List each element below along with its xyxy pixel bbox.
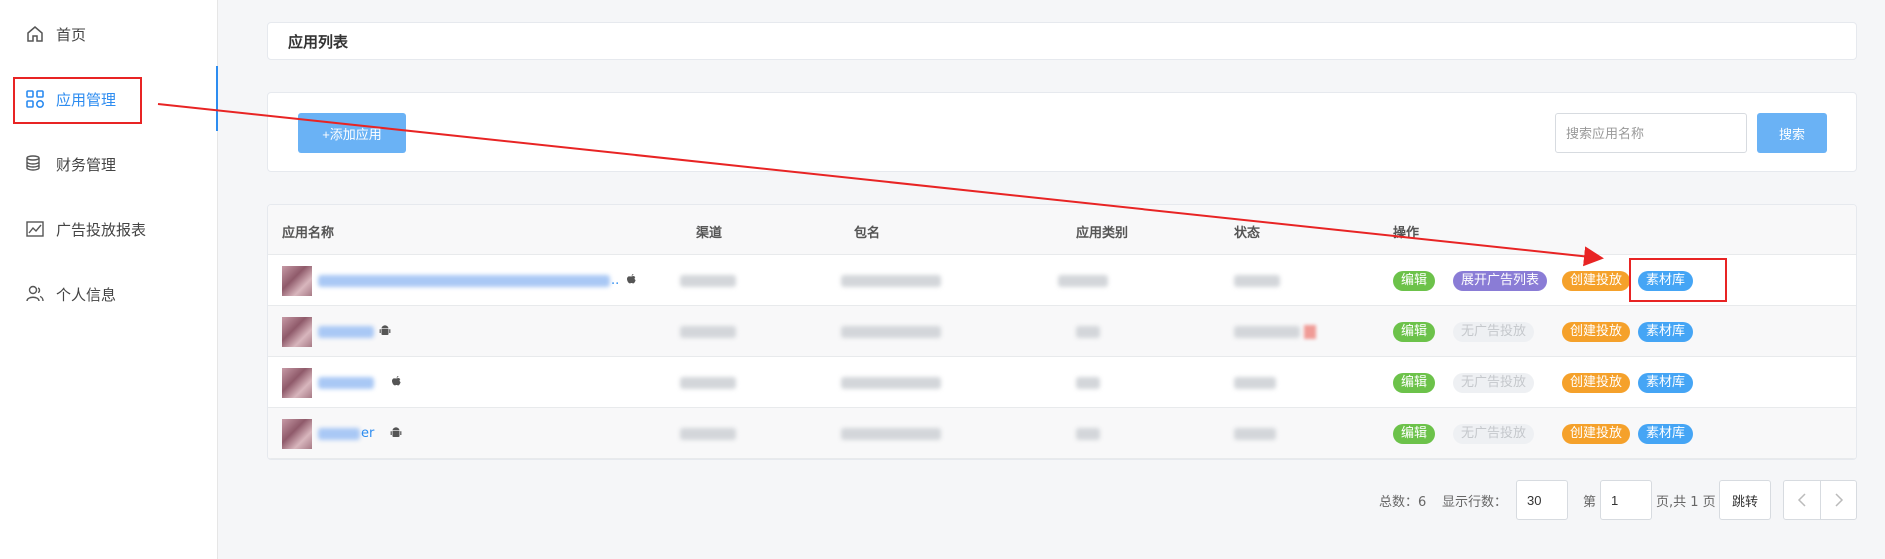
sidebar-item-home[interactable]: 首页 [0,14,217,54]
chart-icon [24,218,46,240]
app-avatar [282,368,312,398]
status-indicator [1304,325,1316,339]
sidebar-item-label: 首页 [56,25,87,44]
status-blurred [1234,377,1276,389]
rows-per-page-label: 显示行数： [1442,495,1508,510]
material-library-button[interactable]: 素材库 [1638,322,1694,342]
create-campaign-button[interactable]: 创建投放 [1562,424,1631,444]
category-blurred [1076,326,1100,338]
android-icon [379,325,391,335]
sidebar-item-profile[interactable]: 个人信息 [0,274,217,314]
sidebar-item-label: 个人信息 [56,285,117,304]
page-prefix: 第 [1583,495,1597,510]
annotation-highlight-box [1629,258,1727,302]
material-library-button[interactable]: 素材库 [1638,373,1694,393]
table-row: er 编辑 无广告投放 创建投放 素材库 [268,408,1856,459]
app-avatar [282,419,312,449]
page-number-input[interactable] [1600,480,1652,520]
category-blurred [1076,377,1100,389]
app-name-blurred[interactable] [318,377,374,389]
package-blurred [841,275,941,287]
app-name-blurred[interactable] [318,428,360,440]
create-campaign-button[interactable]: 创建投放 [1562,322,1631,342]
sidebar-item-ad-report[interactable]: 广告投放报表 [0,209,217,249]
status-blurred [1234,428,1276,440]
col-channel: 渠道 [696,226,723,241]
col-status: 状态 [1234,226,1261,241]
app-name-blurred[interactable] [318,326,374,338]
category-blurred [1058,275,1108,287]
edit-button[interactable]: 编辑 [1393,322,1436,342]
no-ads-button: 无广告投放 [1453,373,1535,393]
page-title-card: 应用列表 [267,22,1857,60]
page-title: 应用列表 [288,32,349,51]
app-table: 应用名称 渠道 包名 应用类别 状态 操作 .. 编辑 展开广告列表 创建投放 … [267,204,1857,460]
table-row: 编辑 无广告投放 创建投放 素材库 [268,306,1856,357]
package-blurred [841,428,941,440]
channel-blurred [680,275,736,287]
next-page-button[interactable] [1820,480,1857,520]
prev-page-button[interactable] [1783,480,1821,520]
col-actions: 操作 [1393,226,1420,241]
rows-per-page-input[interactable] [1516,480,1568,520]
search-input[interactable] [1555,113,1747,153]
status-blurred [1234,326,1300,338]
edit-button[interactable]: 编辑 [1393,424,1436,444]
channel-blurred [680,326,736,338]
edit-button[interactable]: 编辑 [1393,373,1436,393]
expand-ads-button[interactable]: 展开广告列表 [1453,271,1548,291]
apple-icon [392,376,401,386]
col-package: 包名 [854,226,881,241]
search-button[interactable]: 搜索 [1757,113,1827,153]
table-header: 应用名称 渠道 包名 应用类别 状态 操作 [268,205,1856,255]
app-name-blurred[interactable] [318,275,610,287]
category-blurred [1076,428,1100,440]
user-icon [24,283,46,305]
col-category: 应用类别 [1076,226,1129,241]
annotation-highlight-box [13,77,142,124]
table-row: 编辑 无广告投放 创建投放 素材库 [268,357,1856,408]
coins-icon [24,153,46,175]
apple-icon [627,274,636,284]
app-name-tail: er [361,426,375,441]
create-campaign-button[interactable]: 创建投放 [1562,271,1631,291]
material-library-button[interactable]: 素材库 [1638,424,1694,444]
jump-button[interactable]: 跳转 [1719,480,1771,520]
create-campaign-button[interactable]: 创建投放 [1562,373,1631,393]
no-ads-button: 无广告投放 [1453,424,1535,444]
app-avatar [282,317,312,347]
no-ads-button: 无广告投放 [1453,322,1535,342]
chevron-right-icon [1834,493,1843,507]
col-app-name: 应用名称 [282,226,335,241]
channel-blurred [680,377,736,389]
channel-blurred [680,428,736,440]
sidebar-item-finance[interactable]: 财务管理 [0,144,217,184]
home-icon [24,23,46,45]
android-icon [390,427,402,437]
sidebar-item-label: 财务管理 [56,155,117,174]
sidebar-item-label: 广告投放报表 [56,220,147,239]
toolbar-card: +添加应用 搜索 [267,92,1857,172]
app-name-tail: .. [611,273,620,288]
edit-button[interactable]: 编辑 [1393,271,1436,291]
package-blurred [841,377,941,389]
table-row: .. 编辑 展开广告列表 创建投放 素材库 [268,255,1856,306]
page-total: 页,共 1 页 [1656,495,1716,510]
add-app-button[interactable]: +添加应用 [298,113,406,153]
chevron-left-icon [1797,493,1806,507]
sidebar-active-indicator [216,66,218,131]
package-blurred [841,326,941,338]
total-count: 总数：6 [1379,495,1427,510]
app-avatar [282,266,312,296]
status-blurred [1234,275,1280,287]
